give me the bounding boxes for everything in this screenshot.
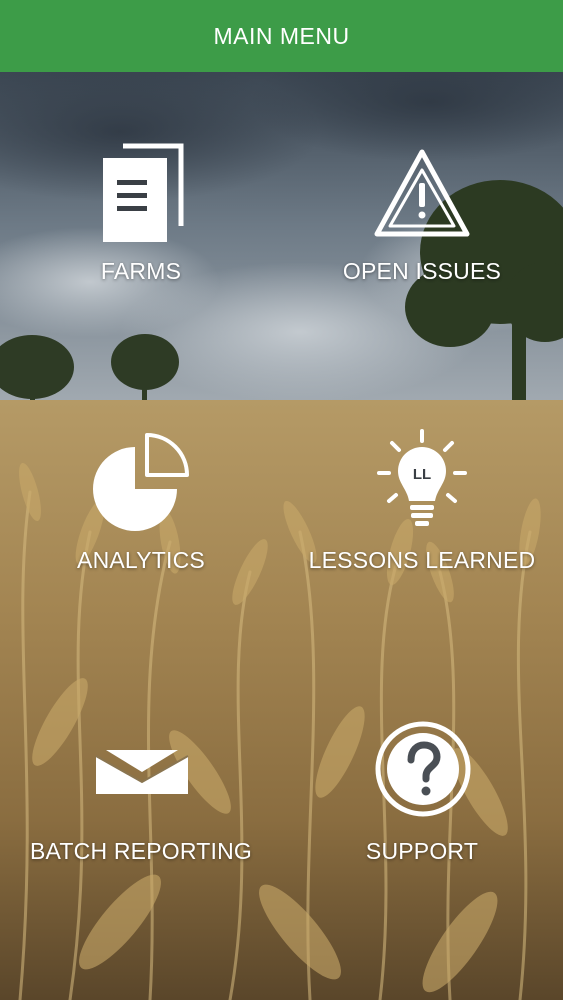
menu-item-label: SUPPORT <box>365 838 479 864</box>
menu-item-label: BATCH REPORTING <box>30 838 252 864</box>
menu-item-farms[interactable]: FARMS <box>1 140 281 340</box>
header-bar: MAIN MENU <box>0 0 563 72</box>
help-icon <box>375 721 471 817</box>
envelope-icon <box>95 750 189 794</box>
warning-icon <box>374 149 470 237</box>
lightbulb-icon: LL <box>377 429 467 526</box>
menu-item-analytics[interactable]: ANALYTICS <box>1 429 281 629</box>
menu-item-label: ANALYTICS <box>77 547 205 573</box>
svg-text:LL: LL <box>413 466 431 483</box>
menu-item-label: LESSONS LEARNED <box>308 547 536 573</box>
menu-item-open-issues[interactable]: OPEN ISSUES <box>282 140 562 340</box>
document-icon <box>103 143 184 242</box>
menu-item-support[interactable]: SUPPORT <box>282 720 562 920</box>
main-menu-grid: FARMS OPEN ISSUES ANALYTICS LL LESSONS L… <box>0 72 563 1000</box>
pie-chart-icon <box>93 433 189 531</box>
page-title: MAIN MENU <box>213 22 350 49</box>
menu-item-lessons-learned[interactable]: LL LESSONS LEARNED <box>282 429 562 629</box>
menu-item-label: OPEN ISSUES <box>342 258 502 284</box>
menu-item-label: FARMS <box>100 258 182 284</box>
menu-item-batch-reporting[interactable]: BATCH REPORTING <box>1 720 281 920</box>
